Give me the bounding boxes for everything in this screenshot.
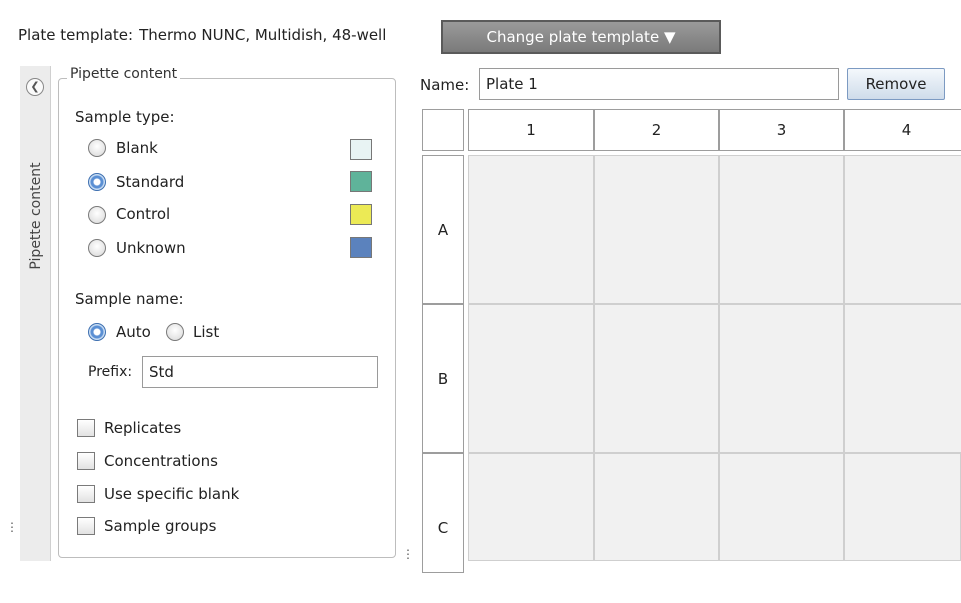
panel-splitter-grip[interactable]: ⋮ xyxy=(402,547,414,561)
column-header-1[interactable]: 1 xyxy=(468,109,594,151)
caret-down-icon: ▼ xyxy=(663,28,676,46)
prefix-label: Prefix: xyxy=(88,364,133,380)
radio-auto-label[interactable]: Auto xyxy=(116,323,151,341)
well-b4[interactable] xyxy=(844,304,961,453)
sample-name-label: Sample name: xyxy=(75,290,184,308)
chevron-left-circle-icon[interactable]: ❮ xyxy=(26,78,44,96)
row-header-a[interactable]: A xyxy=(422,155,464,304)
replicates-label[interactable]: Replicates xyxy=(104,419,181,437)
well-c4[interactable] xyxy=(844,453,961,561)
column-header-2[interactable]: 2 xyxy=(594,109,719,151)
control-color-swatch xyxy=(350,204,372,225)
use-specific-blank-label[interactable]: Use specific blank xyxy=(104,485,239,503)
row-header-b[interactable]: B xyxy=(422,304,464,453)
radio-blank[interactable] xyxy=(88,139,106,157)
radio-control[interactable] xyxy=(88,206,106,224)
plate-name-label: Name: xyxy=(420,76,470,94)
plate-template-value: Thermo NUNC, Multidish, 48-well xyxy=(139,26,387,44)
remove-button[interactable]: Remove xyxy=(847,68,945,100)
sample-type-label: Sample type: xyxy=(75,108,175,126)
pipette-content-title: Pipette content xyxy=(67,66,181,82)
radio-control-label[interactable]: Control xyxy=(116,205,170,223)
well-c1[interactable] xyxy=(468,453,594,561)
well-a2[interactable] xyxy=(594,155,719,304)
concentrations-checkbox[interactable] xyxy=(77,452,95,470)
replicates-checkbox[interactable] xyxy=(77,419,95,437)
row-header-c[interactable]: C xyxy=(422,453,464,573)
blank-color-swatch xyxy=(350,139,372,160)
plate-template-label: Plate template: Thermo NUNC, Multidish, 4… xyxy=(18,26,386,44)
plate-template-bar: Plate template: Thermo NUNC, Multidish, 4… xyxy=(0,0,961,60)
plate-name-input[interactable] xyxy=(479,68,839,100)
unknown-color-swatch xyxy=(350,237,372,258)
radio-list-label[interactable]: List xyxy=(193,323,219,341)
well-c2[interactable] xyxy=(594,453,719,561)
well-a4[interactable] xyxy=(844,155,961,304)
well-a3[interactable] xyxy=(719,155,844,304)
well-c3[interactable] xyxy=(719,453,844,561)
column-header-3[interactable]: 3 xyxy=(719,109,844,151)
radio-blank-label[interactable]: Blank xyxy=(116,139,158,157)
prefix-input[interactable] xyxy=(142,356,378,388)
concentrations-label[interactable]: Concentrations xyxy=(104,452,218,470)
standard-color-swatch xyxy=(350,171,372,192)
radio-list[interactable] xyxy=(166,323,184,341)
radio-unknown-label[interactable]: Unknown xyxy=(116,239,186,257)
side-tab-label: Pipette content xyxy=(28,162,44,270)
change-plate-template-label: Change plate template xyxy=(486,28,660,46)
well-b1[interactable] xyxy=(468,304,594,453)
radio-standard[interactable] xyxy=(88,173,106,191)
pipette-content-side-tab[interactable]: ❮ Pipette content xyxy=(20,66,51,561)
left-splitter-grip[interactable]: ⋮ xyxy=(6,520,18,534)
radio-auto[interactable] xyxy=(88,323,106,341)
change-plate-template-button[interactable]: Change plate template ▼ xyxy=(441,20,721,54)
sample-groups-label[interactable]: Sample groups xyxy=(104,517,216,535)
radio-standard-label[interactable]: Standard xyxy=(116,173,184,191)
grid-corner-cell xyxy=(422,109,464,151)
well-b2[interactable] xyxy=(594,304,719,453)
well-a1[interactable] xyxy=(468,155,594,304)
plate-template-caption: Plate template: xyxy=(18,26,134,44)
column-header-4[interactable]: 4 xyxy=(844,109,961,151)
sample-groups-checkbox[interactable] xyxy=(77,517,95,535)
radio-unknown[interactable] xyxy=(88,239,106,257)
use-specific-blank-checkbox[interactable] xyxy=(77,485,95,503)
well-b3[interactable] xyxy=(719,304,844,453)
